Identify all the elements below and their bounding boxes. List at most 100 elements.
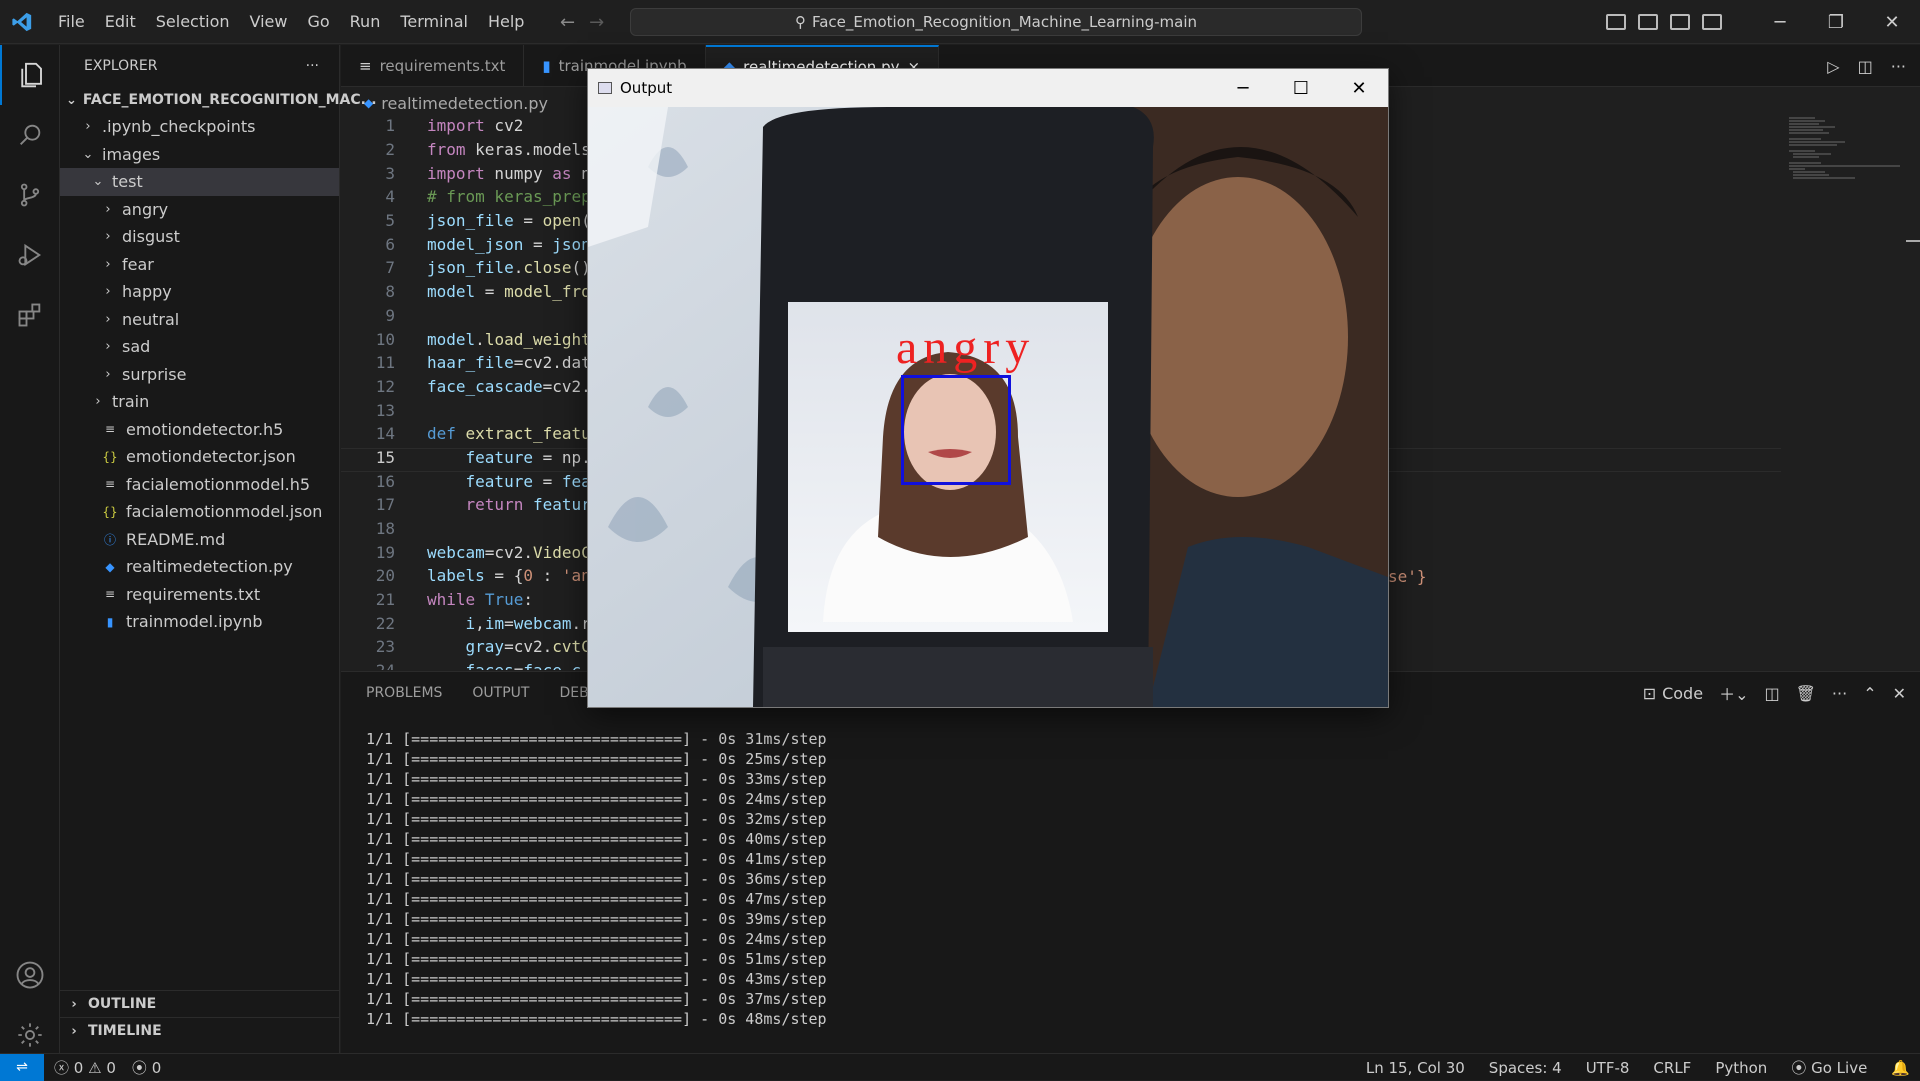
tree-item[interactable]: ≡ facialemotionmodel.h5 (60, 471, 339, 499)
close-icon[interactable]: ✕ (1330, 69, 1388, 107)
explorer-more-icon[interactable]: ··· (306, 58, 319, 74)
toggle-sidebar-icon[interactable] (1606, 14, 1626, 30)
tree-item[interactable]: › disgust (60, 223, 339, 251)
menu-bar: File Edit Selection View Go Run Terminal… (48, 0, 534, 44)
tree-item[interactable]: › surprise (60, 361, 339, 389)
code-text: return featur (465, 495, 591, 515)
trash-icon[interactable]: 🗑 (1796, 684, 1816, 703)
maximize-icon[interactable]: ☐ (1272, 69, 1330, 107)
source-control-icon[interactable] (0, 165, 60, 225)
output-window[interactable]: Output ─ ☐ ✕ angry (588, 69, 1388, 707)
close-panel-icon[interactable]: ✕ (1893, 684, 1906, 703)
menu-edit[interactable]: Edit (95, 0, 146, 44)
outline-label: OUTLINE (88, 996, 157, 1012)
menu-terminal[interactable]: Terminal (390, 0, 478, 44)
output-window-title: Output (620, 79, 673, 97)
close-window-icon[interactable]: ✕ (1864, 0, 1920, 44)
outline-section[interactable]: › OUTLINE (60, 990, 340, 1017)
menu-go[interactable]: Go (297, 0, 339, 44)
back-arrow-icon[interactable]: ← (560, 12, 575, 33)
tree-item[interactable]: › happy (60, 278, 339, 306)
menu-view[interactable]: View (240, 0, 298, 44)
breadcrumb[interactable]: ◆ realtimedetection.py (364, 92, 548, 114)
file-type-icon: ▮ (106, 614, 114, 629)
tab-problems[interactable]: PROBLEMS (366, 685, 442, 701)
chevron-down-icon: ⌄ (92, 174, 104, 190)
workspace-root[interactable]: ⌄ FACE_EMOTION_RECOGNITION_MAC... (60, 87, 377, 113)
tab-requirements[interactable]: ≡ requirements.txt (341, 45, 525, 87)
tree-item[interactable]: ▮ trainmodel.ipynb (60, 608, 339, 636)
run-debug-icon[interactable] (0, 225, 60, 285)
activity-bar (0, 45, 60, 1053)
editor-more-icon[interactable]: ··· (1891, 57, 1906, 76)
line-number: 21 (375, 590, 395, 610)
ports-status[interactable]: ⦿ 0 (132, 1057, 161, 1078)
notifications-bell-icon[interactable]: 🔔 (1891, 1059, 1910, 1077)
restore-icon[interactable]: ❐ (1808, 0, 1864, 44)
tree-item[interactable]: ≡ emotiondetector.h5 (60, 416, 339, 444)
explorer-icon[interactable] (0, 45, 60, 105)
command-center-search[interactable]: ⚲ Face_Emotion_Recognition_Machine_Learn… (630, 8, 1362, 36)
tab-output[interactable]: OUTPUT (472, 685, 529, 701)
menu-file[interactable]: File (48, 0, 95, 44)
terminal-selector[interactable]: ⊡ Code (1643, 684, 1703, 703)
tree-item[interactable]: ≡ requirements.txt (60, 581, 339, 609)
tree-item[interactable]: › neutral (60, 306, 339, 334)
toggle-secondary-sidebar-icon[interactable] (1670, 14, 1690, 30)
editor-scrollbar[interactable] (1906, 114, 1920, 670)
extensions-icon[interactable] (0, 285, 60, 345)
code-text: model = model_fro (427, 282, 591, 302)
tree-item[interactable]: › train (60, 388, 339, 416)
minimize-icon[interactable]: ─ (1752, 0, 1808, 44)
minimap[interactable] (1785, 114, 1905, 194)
file-type-icon: ≡ (104, 587, 116, 602)
encoding[interactable]: UTF-8 (1586, 1059, 1630, 1077)
explorer-title: EXPLORER (84, 58, 158, 74)
indentation[interactable]: Spaces: 4 (1489, 1059, 1562, 1077)
new-terminal-icon[interactable]: ＋⌄ (1719, 681, 1748, 705)
title-bar: File Edit Selection View Go Run Terminal… (0, 0, 1920, 44)
notebook-file-icon: ▮ (542, 57, 551, 75)
panel-more-icon[interactable]: ··· (1832, 684, 1847, 703)
output-window-controls: ─ ☐ ✕ (1214, 69, 1388, 107)
problems-status[interactable]: ⓧ 0 ⚠ 0 (54, 1057, 116, 1078)
tree-item[interactable]: › angry (60, 196, 339, 224)
tree-item[interactable]: ◆ realtimedetection.py (60, 553, 339, 581)
remote-indicator-icon[interactable]: ⇌ (0, 1053, 44, 1081)
cursor-position[interactable]: Ln 15, Col 30 (1366, 1059, 1465, 1077)
tree-item[interactable]: ⓘ README.md (60, 526, 339, 554)
run-python-icon[interactable]: ▷ (1827, 57, 1839, 76)
customize-layout-icon[interactable] (1702, 14, 1722, 30)
accounts-icon[interactable] (0, 945, 60, 1005)
menu-selection[interactable]: Selection (146, 0, 240, 44)
line-number: 17 (375, 495, 395, 515)
forward-arrow-icon[interactable]: → (589, 12, 604, 33)
tree-item[interactable]: ⌄ test (60, 168, 339, 196)
menu-help[interactable]: Help (478, 0, 534, 44)
search-view-icon[interactable] (0, 105, 60, 165)
language-mode[interactable]: Python (1715, 1059, 1767, 1077)
tree-item[interactable]: {} facialemotionmodel.json (60, 498, 339, 526)
tree-item-label: sad (122, 337, 151, 357)
line-number: 14 (375, 424, 395, 444)
terminal-output[interactable]: 1/1 [==============================] - 0… (366, 729, 827, 1029)
menu-run[interactable]: Run (340, 0, 391, 44)
tree-item[interactable]: › fear (60, 251, 339, 279)
tree-item-label: fear (122, 254, 154, 274)
tree-item[interactable]: › .ipynb_checkpoints (60, 113, 339, 141)
tree-item-label: test (112, 172, 143, 192)
tree-item[interactable]: ⌄ images (60, 141, 339, 169)
split-terminal-icon[interactable]: ◫ (1764, 684, 1779, 703)
toggle-panel-icon[interactable] (1638, 14, 1658, 30)
minimize-icon[interactable]: ─ (1214, 69, 1272, 107)
code-text: faces=face_c (427, 661, 582, 670)
tree-item[interactable]: {} emotiondetector.json (60, 443, 339, 471)
split-editor-icon[interactable]: ◫ (1858, 57, 1873, 76)
terminal-line: 1/1 [==============================] - 0… (366, 990, 827, 1008)
tree-item[interactable]: › sad (60, 333, 339, 361)
go-live-button[interactable]: ⦿ Go Live (1791, 1057, 1867, 1078)
terminal-line: 1/1 [==============================] - 0… (366, 910, 827, 928)
timeline-section[interactable]: › TIMELINE (60, 1017, 340, 1044)
maximize-panel-icon[interactable]: ⌃ (1863, 684, 1876, 703)
line-ending[interactable]: CRLF (1653, 1059, 1691, 1077)
